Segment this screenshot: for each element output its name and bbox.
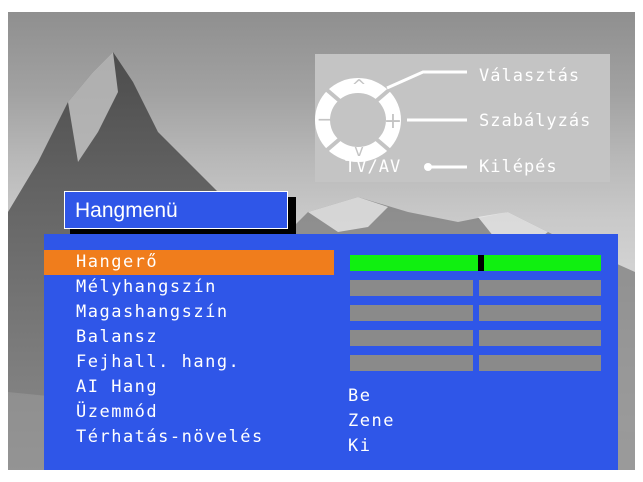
slider-segment-right [478, 355, 601, 371]
menu-item-mode[interactable]: Üzemmód [44, 400, 334, 425]
menu-item-ai-sound[interactable]: AI Hang [44, 375, 334, 400]
slider-segment-left [350, 280, 473, 296]
help-adjust-label: Szabályzás [479, 111, 592, 131]
slider-segment-left [350, 255, 601, 271]
slider-segment-left [350, 330, 473, 346]
menu-item-label: Üzemmód [76, 402, 159, 422]
slider-segment-left [350, 305, 473, 321]
help-exit-label: Kilépés [479, 157, 558, 177]
help-panel: ^ v − + Választás Szabályzás Kilépés TV/… [315, 54, 610, 182]
dpad-left-symbol: − [317, 107, 334, 131]
menu-item-label: Magashangszín [76, 302, 229, 322]
menu-item-label: Balansz [76, 327, 159, 347]
dpad-up-symbol: ^ [351, 76, 366, 97]
balance-slider[interactable] [350, 330, 601, 346]
menu-item-headphone-volume[interactable]: Fejhall. hang. [44, 350, 334, 375]
headphone-volume-slider[interactable] [350, 355, 601, 371]
menu-item-label: AI Hang [76, 377, 159, 397]
help-select-label: Választás [479, 66, 581, 86]
slider-knob[interactable] [478, 255, 484, 271]
slider-segment-right [478, 330, 601, 346]
menu-item-surround[interactable]: Térhatás-növelés [44, 425, 334, 450]
menu-title: Hangmenü [75, 199, 178, 222]
menu-item-label: Térhatás-növelés [76, 427, 264, 447]
menu-item-bass[interactable]: Mélyhangszín [44, 275, 334, 300]
menu-item-label: Hangerő [76, 252, 159, 272]
menu-item-volume[interactable]: Hangerő [44, 250, 334, 275]
menu-item-label: Fejhall. hang. [76, 352, 241, 372]
slider-segment-left [350, 355, 473, 371]
treble-slider[interactable] [350, 305, 601, 321]
menu-item-treble[interactable]: Magashangszín [44, 300, 334, 325]
mode-value: Zene [348, 411, 395, 431]
bass-slider[interactable] [350, 280, 601, 296]
slider-segment-right [478, 305, 601, 321]
surround-value: Ki [348, 436, 372, 456]
slider-segment-right [478, 280, 601, 296]
ai-sound-value: Be [348, 386, 372, 406]
tv-av-label: TV/AV [345, 157, 402, 177]
sound-menu: Hangerő Mélyhangszín Magashangszín Balan… [44, 234, 618, 470]
menu-item-label: Mélyhangszín [76, 277, 217, 297]
menu-item-balance[interactable]: Balansz [44, 325, 334, 350]
volume-slider[interactable] [350, 255, 601, 271]
tv-screen: ^ v − + Választás Szabályzás Kilépés TV/… [0, 0, 643, 482]
dpad-right-symbol: + [384, 109, 402, 134]
menu-title-box: Hangmenü [64, 191, 288, 229]
